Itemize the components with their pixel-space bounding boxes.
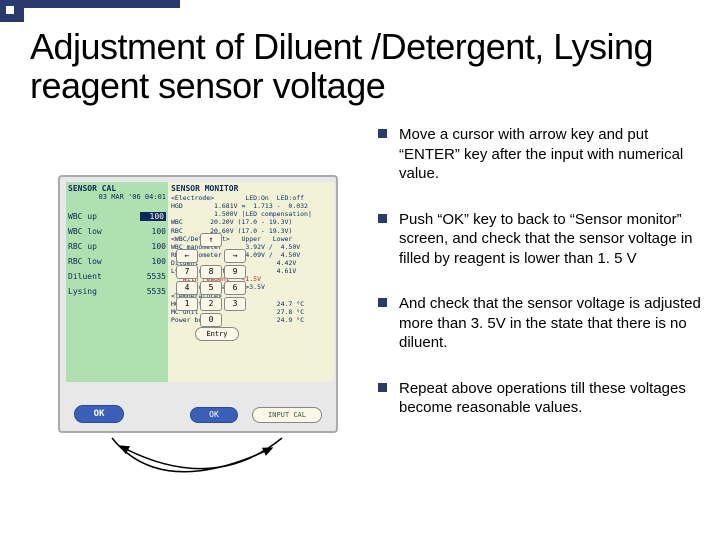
key-1[interactable]: 1 bbox=[176, 297, 198, 311]
lcd-row-rbc-low[interactable]: RBC low100 bbox=[68, 254, 166, 269]
key-2[interactable]: 2 bbox=[200, 297, 222, 311]
bullet-icon bbox=[378, 383, 387, 392]
key-4[interactable]: 4 bbox=[176, 281, 198, 295]
key-left[interactable]: ← bbox=[176, 249, 198, 263]
numeric-keypad: ↑ ← → 789 456 123 0 bbox=[176, 233, 246, 327]
bullet-item: And check that the sensor voltage is adj… bbox=[378, 294, 703, 353]
bullet-icon bbox=[378, 298, 387, 307]
lcd-line: 1.500V |LED compensation| bbox=[171, 210, 331, 218]
bullet-text: And check that the sensor voltage is adj… bbox=[399, 294, 703, 353]
bullet-item: Push “OK” key to back to “Sensor monitor… bbox=[378, 210, 703, 269]
slide-title: Adjustment of Diluent /Detergent, Lysing… bbox=[30, 28, 720, 106]
lcd-left-date: 03 MAR '06 04:01 bbox=[68, 193, 166, 201]
bullet-text: Move a cursor with arrow key and put “EN… bbox=[399, 125, 703, 184]
bullet-icon bbox=[378, 129, 387, 138]
entry-button[interactable]: Entry bbox=[195, 327, 239, 341]
lcd-row-wbc-low[interactable]: WBC low100 bbox=[68, 224, 166, 239]
key-up[interactable]: ↑ bbox=[200, 233, 222, 247]
arrows-icon bbox=[72, 430, 332, 510]
lcd-electrode-head: <Electrode> LED:On LED:off bbox=[171, 194, 331, 202]
lcd-right-header: SENSOR MONITOR bbox=[171, 184, 331, 194]
lcd-row-lysing[interactable]: Lysing5535 bbox=[68, 284, 166, 299]
accent-square bbox=[0, 0, 24, 22]
bullet-text: Push “OK” key to back to “Sensor monitor… bbox=[399, 210, 703, 269]
key-0[interactable]: 0 bbox=[200, 313, 222, 327]
key-6[interactable]: 6 bbox=[224, 281, 246, 295]
device-panel: SENSOR CAL 03 MAR '06 04:01 WBC up100 WB… bbox=[58, 175, 338, 433]
ok-button-right[interactable]: OK bbox=[190, 407, 238, 423]
bullet-item: Move a cursor with arrow key and put “EN… bbox=[378, 125, 703, 184]
bullet-icon bbox=[378, 214, 387, 223]
lcd-left-rows: WBC up100 WBC low100 RBC up100 RBC low10… bbox=[68, 209, 166, 299]
accent-bar bbox=[0, 0, 180, 8]
input-cal-button[interactable]: INPUT CAL bbox=[252, 407, 322, 423]
lcd-row-rbc-up[interactable]: RBC up100 bbox=[68, 239, 166, 254]
key-5[interactable]: 5 bbox=[200, 281, 222, 295]
ok-button-left[interactable]: OK bbox=[74, 405, 124, 423]
lcd-left-screen: SENSOR CAL 03 MAR '06 04:01 WBC up100 WB… bbox=[66, 182, 168, 382]
bullet-item: Repeat above operations till these volta… bbox=[378, 379, 703, 418]
key-3[interactable]: 3 bbox=[224, 297, 246, 311]
lcd-line: HGD 1.681V = 1.713 - 0.032 bbox=[171, 202, 331, 210]
lcd-row-wbc-up[interactable]: WBC up100 bbox=[68, 209, 166, 224]
bullet-list: Move a cursor with arrow key and put “EN… bbox=[378, 125, 703, 444]
lcd-left-title: SENSOR CAL bbox=[68, 184, 166, 193]
lcd-row-diluent[interactable]: Diluent5535 bbox=[68, 269, 166, 284]
lcd-line: WBC 20.20V (17.0 - 19.3V) bbox=[171, 218, 331, 226]
bullet-text: Repeat above operations till these volta… bbox=[399, 379, 703, 418]
key-8[interactable]: 8 bbox=[200, 265, 222, 279]
key-right[interactable]: → bbox=[224, 249, 246, 263]
key-9[interactable]: 9 bbox=[224, 265, 246, 279]
key-7[interactable]: 7 bbox=[176, 265, 198, 279]
